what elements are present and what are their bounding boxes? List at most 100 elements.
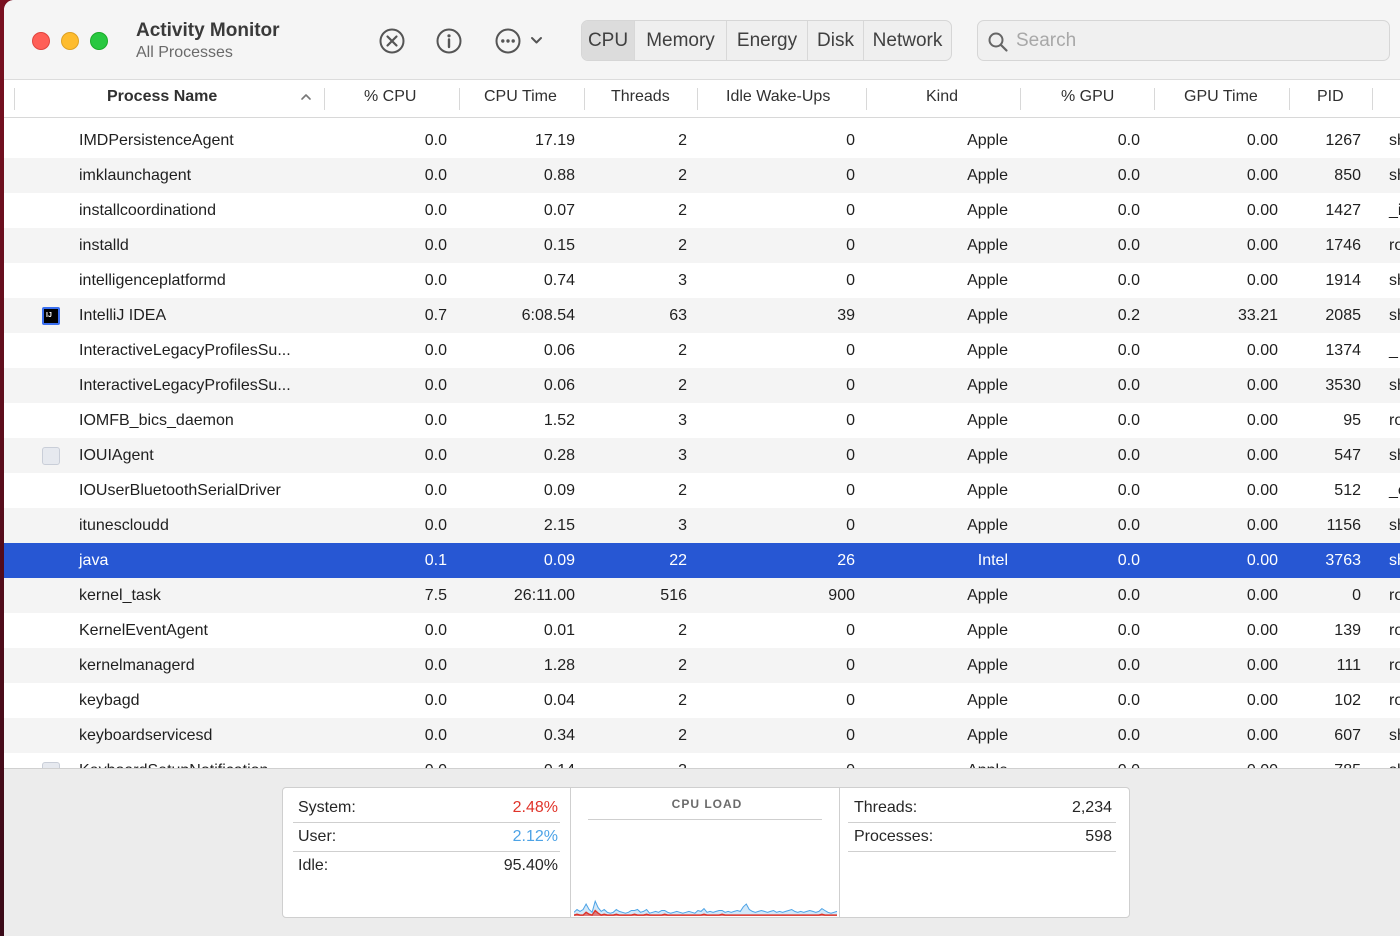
column-separator (1020, 88, 1021, 110)
process-name-cell: keyboardservicesd (79, 727, 213, 744)
process-name-cell: IMDPersistenceAgent (79, 132, 234, 149)
zoom-window-button[interactable] (90, 32, 108, 50)
idle-wake-ups-cell: 0 (846, 167, 855, 184)
search-input[interactable] (1016, 27, 1376, 55)
gpu-time-cell: 0.00 (1246, 552, 1278, 569)
table-row[interactable]: installd 0.0 0.15 2 0 Apple 0.0 0.00 1746 ro (4, 228, 1400, 263)
table-row[interactable]: installcoordinationd 0.0 0.07 2 0 Apple 0.0 0.0… (4, 193, 1400, 228)
table-row[interactable]: itunescloudd 0.0 2.15 3 0 Apple 0.0 0.00 1156 sh (4, 508, 1400, 543)
stop-process-button[interactable] (378, 27, 406, 55)
column-separator (1154, 88, 1155, 110)
pid-cell: 95 (1343, 412, 1361, 429)
column-process-name[interactable]: Process Name (107, 80, 217, 118)
processes-label: Processes: (854, 828, 934, 845)
table-row[interactable]: intelligenceplatformd 0.0 0.74 3 0 Apple 0.0 0.… (4, 263, 1400, 298)
table-row[interactable]: kernelmanagerd 0.0 1.28 2 0 Apple 0.0 0.00 111 ro (4, 648, 1400, 683)
pid-cell: 1267 (1325, 132, 1361, 149)
user-cell: ro (1389, 657, 1400, 674)
column-cpu-time[interactable]: CPU Time (484, 80, 557, 118)
column-separator (324, 88, 325, 110)
system-value: 2.48% (512, 799, 558, 816)
table-row[interactable]: IJ IntelliJ IDEA 0.7 6:08.54 63 39 Apple 0.2 33.… (4, 298, 1400, 333)
tab-energy[interactable]: Energy (727, 21, 808, 60)
cpu-time-cell: 0.15 (543, 237, 575, 254)
table-row[interactable]: IMDPersistenceAgent 0.0 17.19 2 0 Apple 0.0 0.0… (4, 123, 1400, 158)
process-name-cell: kernel_task (79, 587, 161, 604)
gpu-percent-cell: 0.0 (1117, 552, 1140, 569)
gpu-percent-cell: 0.0 (1117, 447, 1140, 464)
gpu-time-cell: 0.00 (1246, 587, 1278, 604)
pid-cell: 607 (1334, 727, 1361, 744)
column-pid[interactable]: PID (1317, 80, 1344, 118)
tab-cpu[interactable]: CPU (582, 21, 635, 60)
inspect-process-button[interactable] (435, 27, 463, 55)
sort-ascending-icon[interactable] (300, 91, 312, 103)
cpu-percent-cell: 0.0 (424, 202, 447, 219)
column-threads[interactable]: Threads (611, 80, 670, 118)
tab-network[interactable]: Network (864, 21, 951, 60)
column-separator (1289, 88, 1290, 110)
table-row[interactable]: IOMFB_bics_daemon 0.0 1.52 3 0 Apple 0.0 0.00 95… (4, 403, 1400, 438)
table-row[interactable]: kernel_task 7.5 26:11.00 516 900 Apple 0.0 0.00… (4, 578, 1400, 613)
process-name-cell: IOMFB_bics_daemon (79, 412, 234, 429)
gpu-time-cell: 0.00 (1246, 622, 1278, 639)
table-row[interactable]: KernelEventAgent 0.0 0.01 2 0 Apple 0.0 0.00 139… (4, 613, 1400, 648)
column-gpu-percent[interactable]: % GPU (1061, 80, 1114, 118)
kind-cell: Apple (967, 622, 1008, 639)
user-cell: sh (1389, 727, 1400, 744)
idle-wake-ups-cell: 900 (828, 587, 855, 604)
threads-label: Threads: (854, 799, 918, 816)
table-row[interactable]: IOUserBluetoothSerialDriver 0.0 0.09 2 0 Appl… (4, 473, 1400, 508)
table-row[interactable]: imklaunchagent 0.0 0.88 2 0 Apple 0.0 0.00 850 sh (4, 158, 1400, 193)
search-field[interactable] (977, 20, 1390, 61)
window-title: Activity Monitor (136, 20, 280, 41)
close-window-button[interactable] (32, 32, 50, 50)
column-idle-wake-ups[interactable]: Idle Wake-Ups (726, 80, 830, 118)
cpu-load-title: CPU LOAD (671, 797, 743, 811)
threads-cell: 2 (678, 377, 687, 394)
table-row[interactable]: keyboardservicesd 0.0 0.34 2 0 Apple 0.0 0.00 60… (4, 718, 1400, 753)
cpu-time-cell: 0.14 (544, 753, 575, 768)
cpu-time-cell: 0.04 (543, 692, 575, 709)
pid-cell: 547 (1334, 447, 1361, 464)
pid-cell: 1746 (1325, 237, 1361, 254)
idle-wake-ups-cell: 26 (837, 552, 855, 569)
user-cell: _c (1389, 482, 1400, 499)
more-actions-button[interactable] (494, 27, 546, 55)
kind-cell: Apple (967, 272, 1008, 289)
column-cpu-percent[interactable]: % CPU (364, 80, 416, 118)
cpu-time-cell: 0.88 (543, 167, 575, 184)
user-cell: _ (1389, 342, 1398, 359)
tab-disk[interactable]: Disk (808, 21, 864, 60)
table-row[interactable]: java 0.1 0.09 22 26 Intel 0.0 0.00 3763 sh (4, 543, 1400, 578)
table-row[interactable]: InteractiveLegacyProfilesSu... 0.0 0.06 2 0 A… (4, 368, 1400, 403)
gpu-percent-cell: 0.0 (1117, 132, 1140, 149)
column-gpu-time[interactable]: GPU Time (1184, 80, 1258, 118)
table-row[interactable]: KeyboardSetupNotification... 0.0 0.14 3 0 App… (4, 753, 1400, 768)
table-row[interactable]: InteractiveLegacyProfilesSu... 0.0 0.06 2 0 A… (4, 333, 1400, 368)
cpu-percent-cell: 0.0 (424, 517, 447, 534)
user-cell: sh (1389, 132, 1400, 149)
column-separator (697, 88, 698, 110)
cpu-time-cell: 0.06 (543, 342, 575, 359)
idle-stat: Idle: 95.40% (298, 855, 558, 884)
process-name-cell: installd (79, 237, 129, 254)
gpu-time-cell: 0.00 (1246, 447, 1278, 464)
gpu-percent-cell: 0.0 (1117, 202, 1140, 219)
kind-cell: Apple (967, 167, 1008, 184)
minimize-window-button[interactable] (61, 32, 79, 50)
gpu-percent-cell: 0.0 (1117, 377, 1140, 394)
column-kind[interactable]: Kind (926, 80, 958, 118)
window-subtitle[interactable]: All Processes (136, 44, 233, 62)
table-row[interactable]: IOUIAgent 0.0 0.28 3 0 Apple 0.0 0.00 547 sh (4, 438, 1400, 473)
idle-wake-ups-cell: 0 (846, 482, 855, 499)
tab-memory[interactable]: Memory (635, 21, 727, 60)
gpu-time-cell: 0.00 (1246, 167, 1278, 184)
pid-cell: 1914 (1325, 272, 1361, 289)
gpu-time-cell: 0.00 (1246, 657, 1278, 674)
table-row[interactable]: keybagd 0.0 0.04 2 0 Apple 0.0 0.00 102 ro (4, 683, 1400, 718)
process-name-cell: java (79, 552, 109, 569)
gpu-percent-cell: 0.0 (1117, 237, 1140, 254)
gpu-time-cell: 0.00 (1246, 517, 1278, 534)
idle-wake-ups-cell: 0 (846, 132, 855, 149)
